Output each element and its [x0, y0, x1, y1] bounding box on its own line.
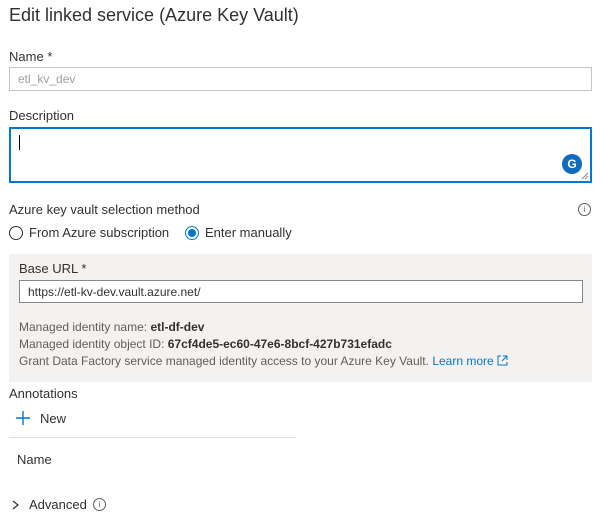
new-label: New — [40, 410, 67, 426]
object-id-value: 67cf4de5-ec60-47e6-8bcf-427b731efadc — [167, 337, 392, 351]
managed-identity-object-id: Managed identity object ID: 67cf4de5-ec6… — [19, 337, 392, 351]
external-link-icon — [497, 355, 508, 366]
radio-button[interactable] — [9, 225, 23, 240]
radio-enter-manually[interactable]: Enter manually — [185, 225, 292, 240]
annotations-name-column-header: Name — [17, 452, 52, 467]
name-label: Name * — [9, 49, 52, 64]
name-label-text: Name — [9, 49, 44, 64]
name-field[interactable]: etl_kv_dev — [9, 67, 592, 91]
identity-name-label: Managed identity name: — [19, 320, 148, 334]
identity-name-value: etl-df-dev — [150, 320, 205, 334]
base-url-label: Base URL * — [19, 261, 86, 276]
learn-more-label: Learn more — [432, 354, 494, 368]
annotations-label: Annotations — [9, 386, 78, 401]
panel-title: Edit linked service (Azure Key Vault) — [9, 5, 299, 25]
required-mark: * — [47, 49, 53, 64]
advanced-label: Advanced — [29, 497, 87, 512]
info-icon[interactable]: i — [92, 498, 106, 511]
description-label: Description — [9, 108, 75, 123]
learn-more-link[interactable]: Learn more — [432, 354, 508, 368]
radio-label: From Azure subscription — [29, 225, 170, 240]
base-url-label-text: Base URL — [19, 261, 78, 276]
required-mark: * — [81, 261, 87, 276]
radio-from-subscription[interactable]: From Azure subscription — [9, 225, 169, 240]
advanced-expander[interactable]: Advanced i — [12, 497, 106, 512]
resize-handle-icon[interactable] — [581, 172, 589, 180]
info-icon[interactable]: i — [578, 203, 591, 216]
divider — [9, 437, 296, 438]
description-textarea[interactable]: G — [9, 127, 592, 183]
grant-access-text: Grant Data Factory service managed ident… — [19, 354, 508, 368]
text-cursor — [19, 135, 20, 150]
radio-label: Enter manually — [205, 225, 292, 240]
new-annotation-button[interactable]: New — [15, 410, 66, 426]
selection-method-label: Azure key vault selection method — [9, 202, 200, 217]
chevron-right-icon — [12, 500, 19, 509]
object-id-label: Managed identity object ID: — [19, 337, 165, 351]
managed-identity-name: Managed identity name: etl-df-dev — [19, 320, 204, 334]
base-url-input[interactable]: https://etl-kv-dev.vault.azure.net/ — [19, 280, 583, 303]
plus-icon — [16, 411, 30, 425]
base-url-value: https://etl-kv-dev.vault.azure.net/ — [28, 284, 201, 299]
name-placeholder: etl_kv_dev — [18, 72, 76, 86]
grant-text: Grant Data Factory service managed ident… — [19, 354, 429, 368]
grammar-assistant-icon[interactable]: G — [562, 154, 582, 174]
radio-button-selected[interactable] — [185, 225, 199, 240]
